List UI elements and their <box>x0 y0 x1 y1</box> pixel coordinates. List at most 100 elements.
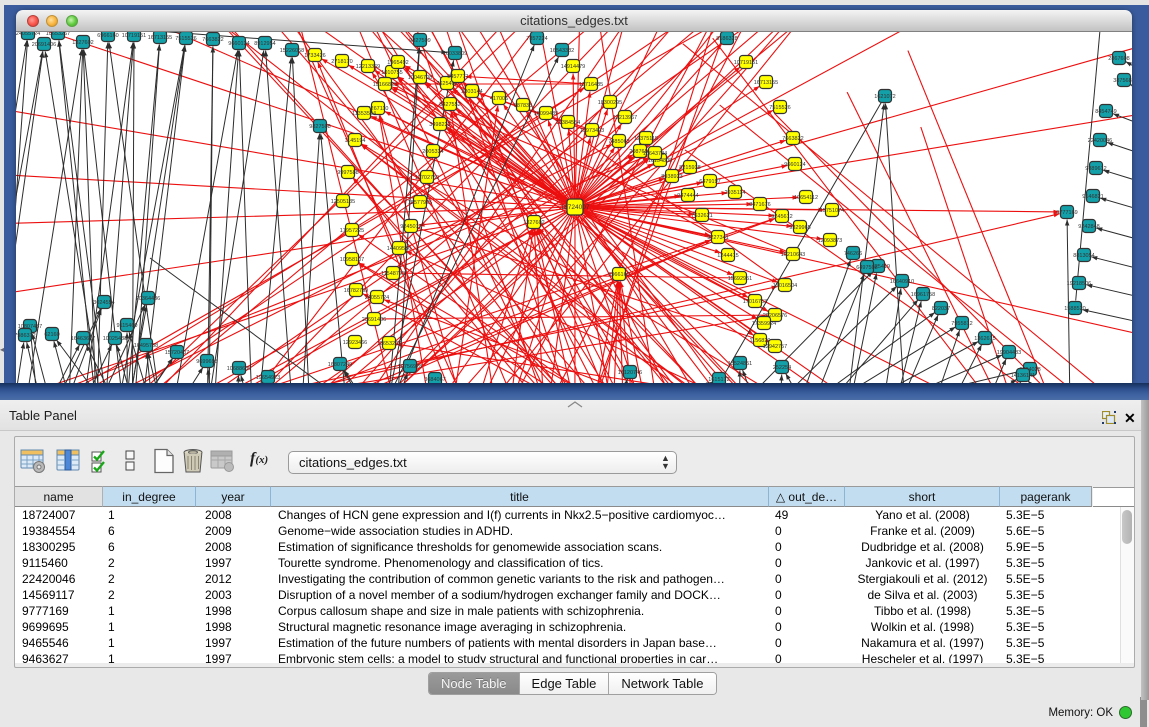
svg-text:24055724: 24055724 <box>16 32 40 37</box>
svg-text:10046708: 10046708 <box>408 75 432 81</box>
svg-text:12923466: 12923466 <box>343 340 367 346</box>
svg-text:10654112: 10654112 <box>794 195 818 201</box>
svg-text:16782759: 16782759 <box>344 288 368 294</box>
svg-text:9227341: 9227341 <box>707 235 728 241</box>
svg-text:19384554: 19384554 <box>556 120 580 126</box>
svg-text:2718170: 2718170 <box>331 59 352 65</box>
svg-text:7485063: 7485063 <box>608 139 629 145</box>
svg-text:2867608: 2867608 <box>1108 56 1129 62</box>
svg-text:10653267: 10653267 <box>377 341 401 347</box>
svg-text:1965492: 1965492 <box>387 60 408 66</box>
svg-text:7663822: 7663822 <box>202 37 223 43</box>
svg-text:15751074: 15751074 <box>820 208 844 214</box>
svg-text:10702759: 10702759 <box>415 175 439 181</box>
svg-text:746266: 746266 <box>844 251 862 257</box>
svg-text:8912954: 8912954 <box>254 41 275 47</box>
svg-text:24055724: 24055724 <box>365 295 389 301</box>
svg-text:11353594: 11353594 <box>352 111 376 117</box>
svg-text:10958107: 10958107 <box>340 257 364 263</box>
svg-text:7955812: 7955812 <box>951 321 972 327</box>
svg-text:12213369: 12213369 <box>356 64 380 70</box>
svg-text:16713155: 16713155 <box>148 35 172 41</box>
svg-text:7515526: 7515526 <box>175 36 196 42</box>
svg-text:10025438: 10025438 <box>103 336 127 342</box>
svg-text:7515526: 7515526 <box>769 105 790 111</box>
svg-text:11548793: 11548793 <box>381 271 405 277</box>
svg-text:9699695: 9699695 <box>196 359 217 365</box>
svg-text:9474444: 9474444 <box>677 193 698 199</box>
svg-text:16713155: 16713155 <box>754 80 778 86</box>
svg-text:6479197: 6479197 <box>699 179 720 185</box>
svg-text:16543382: 16543382 <box>550 48 574 54</box>
svg-text:10973493: 10973493 <box>580 128 604 134</box>
svg-text:13524851: 13524851 <box>728 361 752 367</box>
svg-text:7632621: 7632621 <box>691 213 712 219</box>
svg-text:8938923: 8938923 <box>661 174 682 180</box>
svg-text:20364436: 20364436 <box>136 296 160 302</box>
svg-text:9245612: 9245612 <box>771 214 792 220</box>
svg-text:1733426: 1733426 <box>304 53 325 59</box>
svg-text:16463627: 16463627 <box>71 336 95 342</box>
svg-text:7663822: 7663822 <box>782 136 803 142</box>
svg-text:9777169: 9777169 <box>1056 210 1077 216</box>
svg-text:10719151: 10719151 <box>734 60 758 66</box>
svg-text:9329965: 9329965 <box>789 225 810 231</box>
svg-text:17016753: 17016753 <box>743 299 767 305</box>
svg-text:18300295: 18300295 <box>598 100 622 106</box>
svg-text:8454749: 8454749 <box>1095 109 1116 115</box>
svg-text:6497508: 6497508 <box>856 265 877 271</box>
svg-text:16033809: 16033809 <box>443 51 467 57</box>
svg-text:20691406: 20691406 <box>32 42 56 48</box>
svg-text:10719151: 10719151 <box>122 33 146 39</box>
svg-text:6966160: 6966160 <box>97 33 118 39</box>
svg-text:18724007: 18724007 <box>561 204 590 211</box>
svg-text:9827509: 9827509 <box>409 38 430 44</box>
svg-text:252254: 252254 <box>773 365 791 371</box>
svg-text:12213967: 12213967 <box>613 115 637 121</box>
svg-text:15692951: 15692951 <box>728 276 752 282</box>
svg-text:1621072: 1621072 <box>874 94 895 100</box>
svg-text:10653267: 10653267 <box>46 32 70 37</box>
svg-text:7986372: 7986372 <box>16 333 36 339</box>
svg-text:16807249: 16807249 <box>328 362 352 368</box>
svg-text:2005334: 2005334 <box>422 149 443 155</box>
svg-text:8186328: 8186328 <box>716 36 737 42</box>
svg-text:62160: 62160 <box>44 332 59 338</box>
svg-text:16643784: 16643784 <box>643 151 667 157</box>
svg-text:9146821: 9146821 <box>1082 194 1103 200</box>
svg-text:17016504: 17016504 <box>773 283 797 289</box>
svg-text:1588520: 1588520 <box>1064 306 1085 312</box>
svg-text:8427552: 8427552 <box>439 102 460 108</box>
svg-text:9889612: 9889612 <box>1085 166 1106 172</box>
svg-text:10688609: 10688609 <box>227 366 251 372</box>
svg-text:8215938: 8215938 <box>679 165 700 171</box>
svg-text:19654923: 19654923 <box>256 375 280 381</box>
svg-text:7857224: 7857224 <box>526 36 547 42</box>
svg-text:3498222: 3498222 <box>429 122 450 128</box>
svg-text:9660124: 9660124 <box>784 162 805 168</box>
svg-text:887833: 887833 <box>514 103 532 109</box>
svg-text:12942757: 12942757 <box>763 344 787 350</box>
svg-text:16640910: 16640910 <box>890 279 914 285</box>
svg-text:1010755: 1010755 <box>381 70 402 76</box>
svg-text:12505135: 12505135 <box>331 199 355 205</box>
svg-text:3024554: 3024554 <box>93 300 114 306</box>
svg-text:2935114: 2935114 <box>724 190 745 196</box>
svg-text:16961758: 16961758 <box>911 292 935 298</box>
svg-text:14914479: 14914479 <box>561 64 585 70</box>
svg-text:9997588: 9997588 <box>337 170 358 176</box>
svg-text:20691406: 20691406 <box>362 317 386 323</box>
svg-text:17359924: 17359924 <box>752 321 776 327</box>
svg-text:9827508: 9827508 <box>309 124 330 130</box>
svg-text:9115460: 9115460 <box>116 323 137 329</box>
svg-text:13716485: 13716485 <box>579 82 603 88</box>
svg-text:16120746: 16120746 <box>618 370 642 376</box>
svg-text:12375115: 12375115 <box>634 136 658 142</box>
svg-text:1327602: 1327602 <box>72 40 93 46</box>
svg-text:3875685: 3875685 <box>1113 78 1132 84</box>
svg-text:2803144: 2803144 <box>461 89 482 95</box>
svg-text:417006: 417006 <box>490 96 508 102</box>
svg-text:14136141: 14136141 <box>1011 373 1035 379</box>
svg-text:9457771: 9457771 <box>447 74 468 80</box>
svg-text:8813054: 8813054 <box>1073 253 1094 259</box>
